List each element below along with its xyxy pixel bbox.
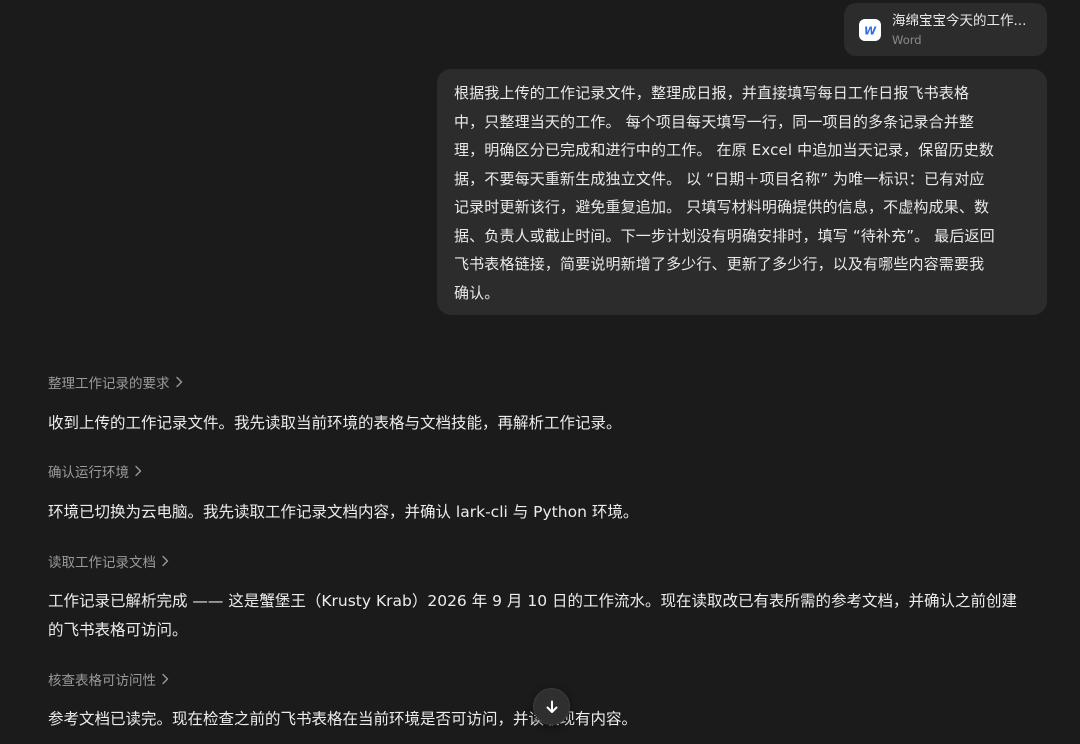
user-message-line: 据，不要每天重新生成独立文件。 以 “日期＋项目名称” 为唯一标识：已有对应 — [454, 169, 985, 188]
step-toggle-check-access[interactable]: 核查表格可访问性 — [48, 669, 169, 689]
user-message-line: 理，明确区分已完成和进行中的工作。 在原 Excel 中追加当天记录，保留历史数 — [454, 141, 995, 159]
svg-text:W: W — [864, 24, 877, 37]
step-label: 整理工作记录的要求 — [48, 376, 170, 392]
assistant-reply: 工作记录已解析完成 —— 这是蟹堡王（Krusty Krab）2026 年 9 … — [48, 587, 1048, 645]
attachment-file-type: Word — [892, 33, 922, 47]
scroll-to-bottom-button[interactable] — [533, 688, 570, 725]
reply-line: 的飞书表格可访问。 — [48, 621, 188, 639]
user-message-line: 中，只整理当天的工作。 每个项目每天填写一行，同一项目的多条记录合并整 — [454, 112, 975, 131]
arrow-down-icon — [544, 699, 560, 715]
step-label: 核查表格可访问性 — [48, 673, 156, 689]
attachment-card[interactable]: W 海绵宝宝今天的工作... Word — [844, 3, 1047, 56]
step-label: 读取工作记录文档 — [48, 555, 156, 571]
user-message-line: 飞书表格链接，简要说明新增了多少行、更新了多少行，以及有哪些内容需要我 — [454, 255, 985, 273]
chevron-right-icon — [161, 673, 169, 685]
user-message-line: 记录时更新该行，避免重复追加。 只填写材料明确提供的信息，不虚构成果、数 — [454, 198, 990, 216]
chevron-right-icon — [134, 465, 142, 477]
step-toggle-read-document[interactable]: 读取工作记录文档 — [48, 551, 169, 571]
user-message-line: 确认。 — [454, 283, 500, 302]
user-message-line: 据、负责人或截止时间。下一步计划没有明确安排时，填写 “待补充”。 最后返回 — [454, 226, 995, 245]
assistant-reply: 环境已切换为云电脑。我先读取工作记录文档内容，并确认 lark-cli 与 Py… — [48, 498, 1048, 527]
attachment-file-name: 海绵宝宝今天的工作... — [892, 13, 1027, 29]
step-label: 确认运行环境 — [48, 465, 129, 481]
reply-line: 工作记录已解析完成 —— 这是蟹堡王（Krusty Krab）2026 年 9 … — [48, 592, 1018, 610]
step-toggle-environment[interactable]: 确认运行环境 — [48, 461, 142, 481]
assistant-reply: 收到上传的工作记录文件。我先读取当前环境的表格与文档技能，再解析工作记录。 — [48, 409, 1048, 438]
user-message-bubble: 根据我上传的工作记录文件，整理成日报，并直接填写每日工作日报飞书表格 中，只整理… — [437, 69, 1047, 315]
chevron-right-icon — [175, 376, 183, 388]
reply-line: 环境已切换为云电脑。我先读取工作记录文档内容，并确认 lark-cli 与 Py… — [48, 503, 639, 521]
step-toggle-requirements[interactable]: 整理工作记录的要求 — [48, 372, 183, 392]
user-message-line: 根据我上传的工作记录文件，整理成日报，并直接填写每日工作日报飞书表格 — [454, 84, 970, 102]
reply-line: 收到上传的工作记录文件。我先读取当前环境的表格与文档技能，再解析工作记录。 — [48, 414, 622, 432]
chevron-right-icon — [161, 555, 169, 567]
word-doc-icon: W — [859, 18, 881, 41]
